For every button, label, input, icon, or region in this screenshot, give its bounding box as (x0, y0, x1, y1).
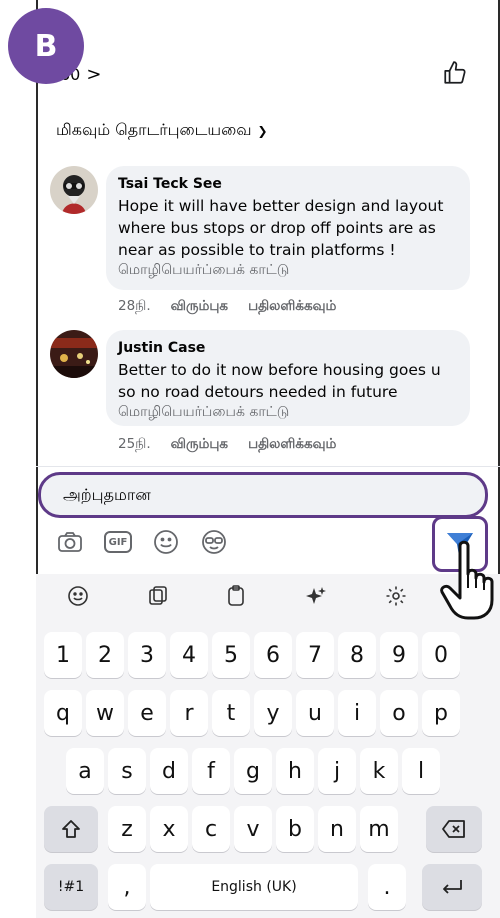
comma-key[interactable]: , (108, 864, 146, 910)
comment-bubble: Justin Case Better to do it now before h… (106, 330, 470, 426)
key-s[interactable]: s (108, 748, 146, 794)
sort-label: மிகவும் தொடர்புடையவை (56, 120, 252, 139)
key-k[interactable]: k (360, 748, 398, 794)
key-7[interactable]: 7 (296, 632, 334, 678)
key-o[interactable]: o (380, 690, 418, 736)
see-translation-link[interactable]: மொழிபெயர்ப்பைக் காட்டு (118, 404, 458, 422)
like-button[interactable]: விரும்புக (171, 298, 228, 316)
reply-button[interactable]: பதிலளிக்கவும் (248, 298, 336, 316)
sparkle-icon[interactable] (302, 582, 330, 610)
key-p[interactable]: p (422, 690, 460, 736)
key-0[interactable]: 0 (422, 632, 460, 678)
key-e[interactable]: e (128, 690, 166, 736)
divider (36, 466, 500, 467)
keyboard-toolbar (36, 574, 500, 618)
comment-author[interactable]: Tsai Teck See (118, 176, 458, 192)
key-a[interactable]: a (66, 748, 104, 794)
comment-input[interactable] (63, 485, 443, 505)
settings-gear-icon[interactable] (382, 582, 410, 610)
thumbs-up-icon[interactable] (442, 60, 468, 86)
comment-author[interactable]: Justin Case (118, 340, 458, 356)
key-n[interactable]: n (318, 806, 356, 852)
key-i[interactable]: i (338, 690, 376, 736)
key-8[interactable]: 8 (338, 632, 376, 678)
comment-text: Better to do it now before housing goes … (118, 361, 441, 401)
reply-button[interactable]: பதிலளிக்கவும் (248, 436, 336, 454)
camera-icon[interactable] (56, 528, 84, 556)
key-g[interactable]: g (234, 748, 272, 794)
key-6[interactable]: 6 (254, 632, 292, 678)
symbols-key[interactable]: !#1 (44, 864, 98, 910)
comment-actions: 28நி. விரும்புக பதிலளிக்கவும் (118, 298, 336, 316)
avatar-sticker-icon[interactable] (200, 528, 228, 556)
step-badge: B (8, 8, 84, 84)
key-d[interactable]: d (150, 748, 188, 794)
chevron-down-icon: ❯ (257, 123, 268, 138)
key-x[interactable]: x (150, 806, 188, 852)
key-4[interactable]: 4 (170, 632, 208, 678)
clipboard-icon[interactable] (222, 582, 250, 610)
chevron-right-icon: > (86, 63, 102, 85)
step-label: B (34, 28, 58, 64)
emoji-icon[interactable] (152, 528, 180, 556)
key-3[interactable]: 3 (128, 632, 166, 678)
emoji-keyboard-icon[interactable] (64, 582, 92, 610)
key-t[interactable]: t (212, 690, 250, 736)
avatar[interactable] (50, 166, 98, 214)
key-w[interactable]: w (86, 690, 124, 736)
key-l[interactable]: l (402, 748, 440, 794)
key-c[interactable]: c (192, 806, 230, 852)
comment-time: 28நி. (118, 298, 151, 314)
key-9[interactable]: 9 (380, 632, 418, 678)
key-m[interactable]: m (360, 806, 398, 852)
key-1[interactable]: 1 (44, 632, 82, 678)
composer-toolbar: GIF (56, 528, 228, 556)
key-h[interactable]: h (276, 748, 314, 794)
key-v[interactable]: v (234, 806, 272, 852)
key-b[interactable]: b (276, 806, 314, 852)
comment-composer[interactable] (38, 472, 488, 518)
comment-bubble: Tsai Teck See Hope it will have better d… (106, 166, 470, 290)
gif-icon[interactable]: GIF (104, 528, 132, 556)
key-q[interactable]: q (44, 690, 82, 736)
comment-time: 25நி. (118, 436, 151, 452)
key-y[interactable]: y (254, 690, 292, 736)
space-key[interactable]: English (UK) (150, 864, 358, 910)
sticker-icon[interactable] (144, 582, 172, 610)
avatar[interactable] (50, 330, 98, 378)
pointing-hand-icon (440, 540, 494, 620)
key-z[interactable]: z (108, 806, 146, 852)
key-r[interactable]: r (170, 690, 208, 736)
enter-key[interactable] (422, 864, 482, 910)
key-j[interactable]: j (318, 748, 356, 794)
comment-text: Hope it will have better design and layo… (118, 197, 444, 259)
on-screen-keyboard: ⋯ 1 2 3 4 5 6 7 8 9 0 q w e r t y u i o … (36, 574, 500, 918)
key-2[interactable]: 2 (86, 632, 124, 678)
backspace-key[interactable] (426, 806, 482, 852)
see-translation-link[interactable]: மொழிபெயர்ப்பைக் காட்டு (118, 262, 458, 280)
comment-actions: 25நி. விரும்புக பதிலளிக்கவும் (118, 436, 336, 454)
sort-dropdown[interactable]: மிகவும் தொடர்புடையவை ❯ (56, 120, 268, 141)
key-u[interactable]: u (296, 690, 334, 736)
key-5[interactable]: 5 (212, 632, 250, 678)
shift-key[interactable] (44, 806, 98, 852)
period-key[interactable]: . (368, 864, 406, 910)
like-button[interactable]: விரும்புக (171, 436, 228, 454)
key-f[interactable]: f (192, 748, 230, 794)
